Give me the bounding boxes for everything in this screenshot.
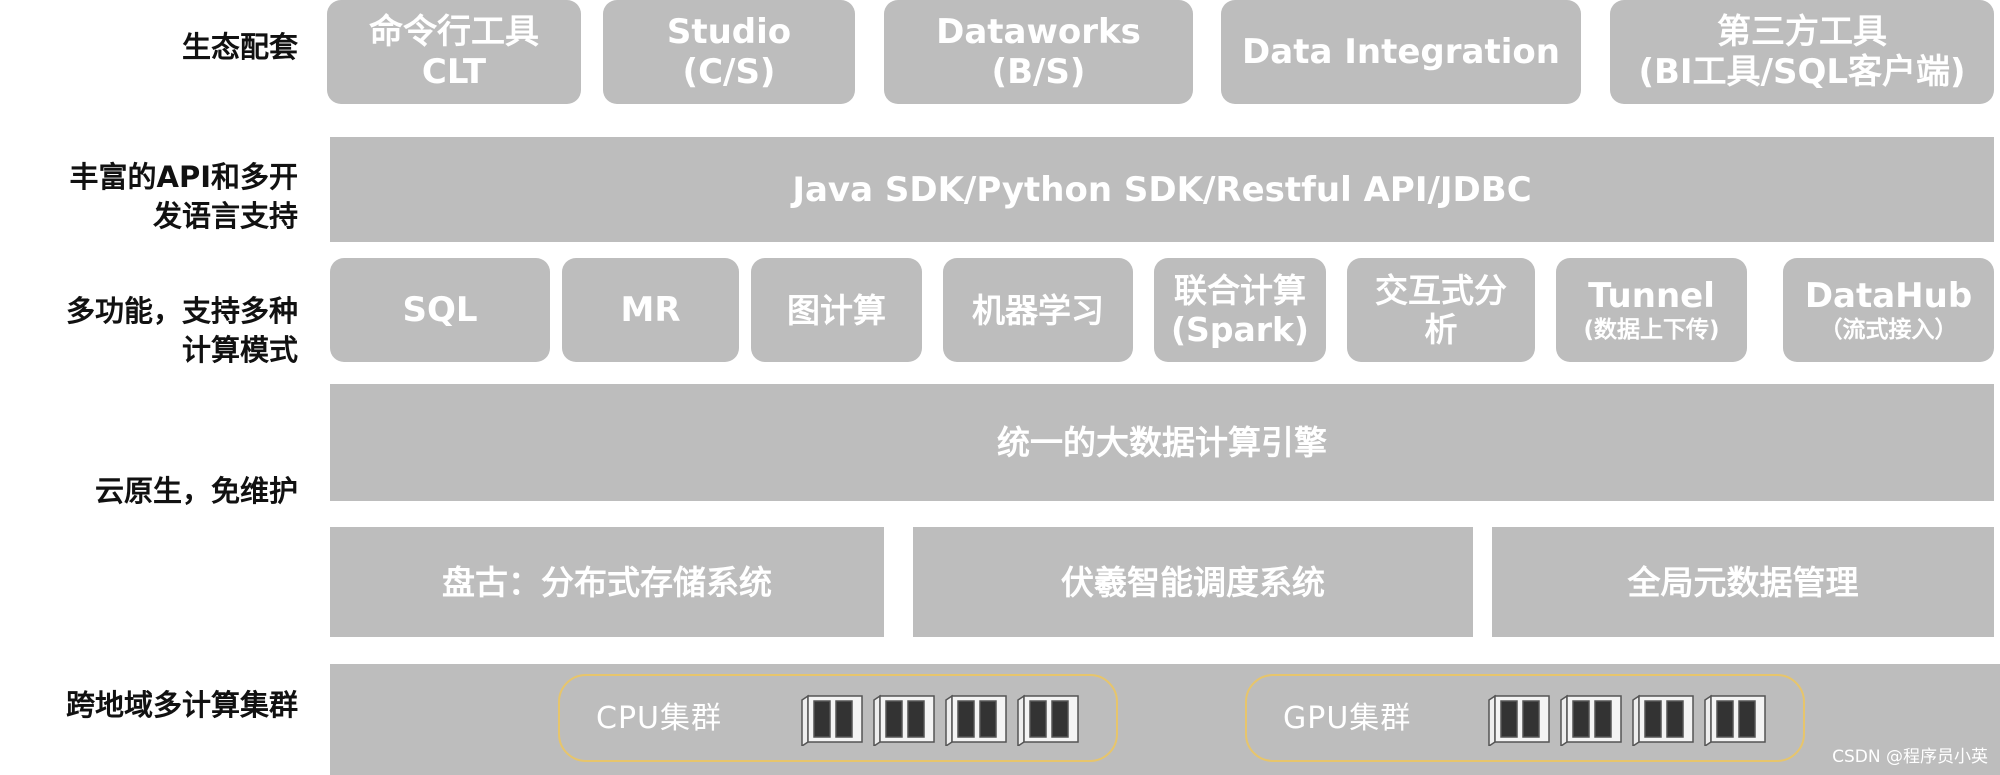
mode-box-ml: 机器学习 bbox=[943, 258, 1133, 362]
cpu-cluster: CPU集群 bbox=[558, 674, 1118, 762]
tool-clt-line1: 命令行工具 bbox=[369, 12, 539, 52]
tool-clt-line2: CLT bbox=[421, 52, 487, 92]
tool-studio-line2: (C/S) bbox=[682, 52, 776, 92]
infra-fuxi-label: 伏羲智能调度系统 bbox=[1061, 562, 1325, 602]
infra-box-pangu: 盘古：分布式存储系统 bbox=[330, 527, 884, 637]
tool-third-party-line2: (BI工具/SQL客户端) bbox=[1638, 52, 1966, 92]
mode-box-interactive: 交互式分 析 bbox=[1347, 258, 1535, 362]
mode-ml-label: 机器学习 bbox=[972, 290, 1104, 330]
mode-graph-label: 图计算 bbox=[787, 290, 886, 330]
tool-box-data-integration: Data Integration bbox=[1221, 0, 1581, 104]
engine-bar-text: 统一的大数据计算引擎 bbox=[997, 423, 1327, 462]
mode-mr-label: MR bbox=[620, 290, 681, 330]
label-cluster: 跨地域多计算集群 bbox=[65, 688, 298, 722]
label-multi-line2: 计算模式 bbox=[181, 333, 298, 367]
engine-bar: 统一的大数据计算引擎 bbox=[330, 384, 1994, 501]
mode-tunnel-line1: Tunnel bbox=[1588, 276, 1715, 316]
mode-spark-line2: (Spark) bbox=[1170, 310, 1310, 349]
mode-box-datahub: DataHub （流式接入） bbox=[1783, 258, 1994, 362]
mode-datahub-line1: DataHub bbox=[1804, 276, 1973, 316]
mode-box-tunnel: Tunnel (数据上下传) bbox=[1556, 258, 1747, 362]
infra-metadata-label: 全局元数据管理 bbox=[1627, 562, 1859, 602]
watermark: CSDN @程序员小英 bbox=[1832, 747, 1988, 767]
api-bar-text: Java SDK/Python SDK/Restful API/JDBC bbox=[792, 169, 1532, 210]
infra-box-fuxi: 伏羲智能调度系统 bbox=[913, 527, 1473, 637]
tool-third-party-line1: 第三方工具 bbox=[1717, 12, 1887, 52]
api-bar: Java SDK/Python SDK/Restful API/JDBC bbox=[330, 137, 1994, 242]
label-multi-line1: 多功能，支持多种 bbox=[65, 294, 298, 328]
server-rack-icon bbox=[801, 694, 1079, 746]
mode-sql-label: SQL bbox=[402, 290, 478, 330]
cpu-cluster-label: CPU集群 bbox=[596, 701, 722, 736]
tool-dataworks-line2: (B/S) bbox=[991, 52, 1086, 92]
mode-box-graph: 图计算 bbox=[751, 258, 922, 362]
label-api-line2: 发语言支持 bbox=[152, 199, 298, 233]
mode-datahub-line2: （流式接入） bbox=[1819, 317, 1958, 343]
mode-box-spark: 联合计算 (Spark) bbox=[1154, 258, 1326, 362]
gpu-cluster: GPU集群 bbox=[1245, 674, 1805, 762]
label-api: 丰富的API和多开 发语言支持 bbox=[0, 158, 299, 236]
infra-box-metadata: 全局元数据管理 bbox=[1492, 527, 1994, 637]
tool-box-studio: Studio (C/S) bbox=[603, 0, 855, 104]
server-rack-icon bbox=[1488, 694, 1766, 746]
label-ecosystem: 生态配套 bbox=[181, 30, 298, 64]
label-cloud-native: 云原生，免维护 bbox=[94, 474, 298, 508]
label-api-line1: 丰富的API和多开 bbox=[69, 160, 299, 194]
infra-pangu-label: 盘古：分布式存储系统 bbox=[442, 562, 772, 602]
gpu-cluster-label: GPU集群 bbox=[1283, 701, 1412, 736]
mode-spark-line1: 联合计算 bbox=[1174, 271, 1306, 310]
tool-box-dataworks: Dataworks (B/S) bbox=[884, 0, 1193, 104]
mode-interactive-line2: 析 bbox=[1424, 310, 1458, 349]
tool-dataworks-line1: Dataworks bbox=[936, 12, 1141, 52]
tool-data-integration-line1: Data Integration bbox=[1242, 32, 1560, 72]
mode-tunnel-line2: (数据上下传) bbox=[1583, 317, 1720, 343]
mode-box-sql: SQL bbox=[330, 258, 550, 362]
mode-interactive-line1: 交互式分 bbox=[1375, 271, 1507, 310]
label-multi-function: 多功能，支持多种 计算模式 bbox=[0, 292, 298, 370]
tool-box-third-party: 第三方工具 (BI工具/SQL客户端) bbox=[1610, 0, 1994, 104]
tool-studio-line1: Studio bbox=[666, 12, 792, 52]
mode-box-mr: MR bbox=[562, 258, 739, 362]
tool-box-clt: 命令行工具 CLT bbox=[327, 0, 581, 104]
